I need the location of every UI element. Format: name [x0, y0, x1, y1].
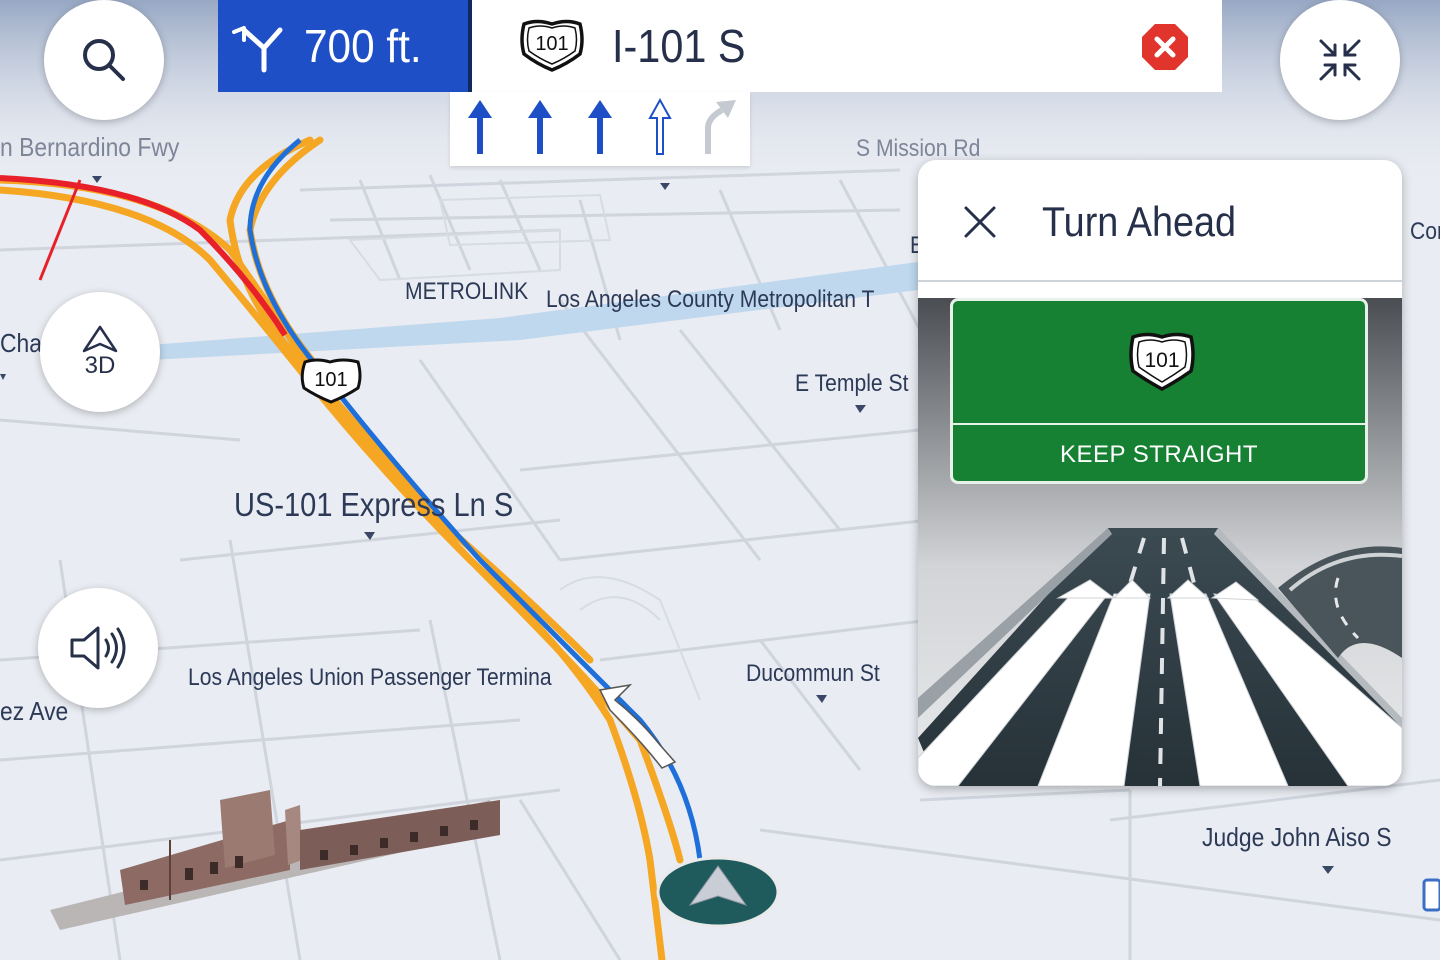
road-banner[interactable]: 101 I-101 S	[468, 0, 1222, 92]
street-label: Los Angeles County Metropolitan T	[546, 286, 875, 313]
street-label: n Bernardino Fwy	[0, 132, 180, 162]
close-route-icon[interactable]	[1140, 22, 1190, 72]
vehicle-position-icon	[656, 856, 780, 928]
highway-sign: 101 KEEP STRAIGHT	[950, 298, 1368, 484]
sign-divider	[953, 423, 1365, 425]
collapse-button[interactable]	[1280, 0, 1400, 120]
collapse-icon	[1319, 39, 1361, 81]
maneuver-banner[interactable]: 700 ft.	[218, 0, 468, 92]
view-3d-icon	[82, 325, 118, 353]
lane-straight-icon	[588, 100, 612, 154]
svg-text:101: 101	[535, 33, 568, 55]
keep-left-fork-icon	[232, 26, 283, 73]
street-label: ez Ave	[0, 696, 69, 726]
street-label: S Mission Rd	[856, 135, 981, 162]
sign-instruction: KEEP STRAIGHT	[1059, 441, 1259, 468]
street-label: E Temple St	[795, 370, 909, 397]
view-mode-label: 3D	[84, 352, 116, 379]
view-mode-button[interactable]: 3D	[40, 292, 160, 412]
close-icon[interactable]	[962, 204, 998, 240]
svg-text:101: 101	[314, 369, 347, 391]
street-label: US-101 Express Ln S	[234, 486, 514, 523]
us-route-shield-icon: 101	[1129, 332, 1195, 391]
svg-text:101: 101	[1144, 349, 1179, 372]
poi-icon	[1422, 878, 1440, 912]
panel-header: Turn Ahead	[918, 160, 1402, 282]
lane-guidance	[450, 92, 750, 166]
audio-button[interactable]	[38, 588, 158, 708]
lane-straight-icon	[468, 100, 492, 154]
poi-label: Los Angeles Union Passenger Termina	[188, 664, 552, 691]
search-button[interactable]	[44, 0, 164, 120]
us-route-shield-icon: 101	[520, 19, 584, 72]
street-label: Judge John Aiso S	[1202, 822, 1392, 852]
panel-title: Turn Ahead	[1042, 198, 1237, 245]
lane-straight-outline-icon	[648, 97, 672, 155]
maneuver-distance: 700 ft.	[304, 20, 422, 72]
turn-ahead-panel: Turn Ahead 101 KEEP STRAIGHT	[918, 160, 1402, 786]
search-icon	[83, 39, 125, 81]
road-name: I-101 S	[612, 20, 746, 72]
street-label: Ducommun St	[746, 660, 880, 687]
street-label: METROLINK	[405, 278, 529, 305]
speaker-icon	[70, 626, 126, 670]
street-label: Cor	[1410, 218, 1440, 245]
lane-straight-icon	[528, 100, 552, 154]
lane-right-exit-icon	[705, 100, 736, 154]
